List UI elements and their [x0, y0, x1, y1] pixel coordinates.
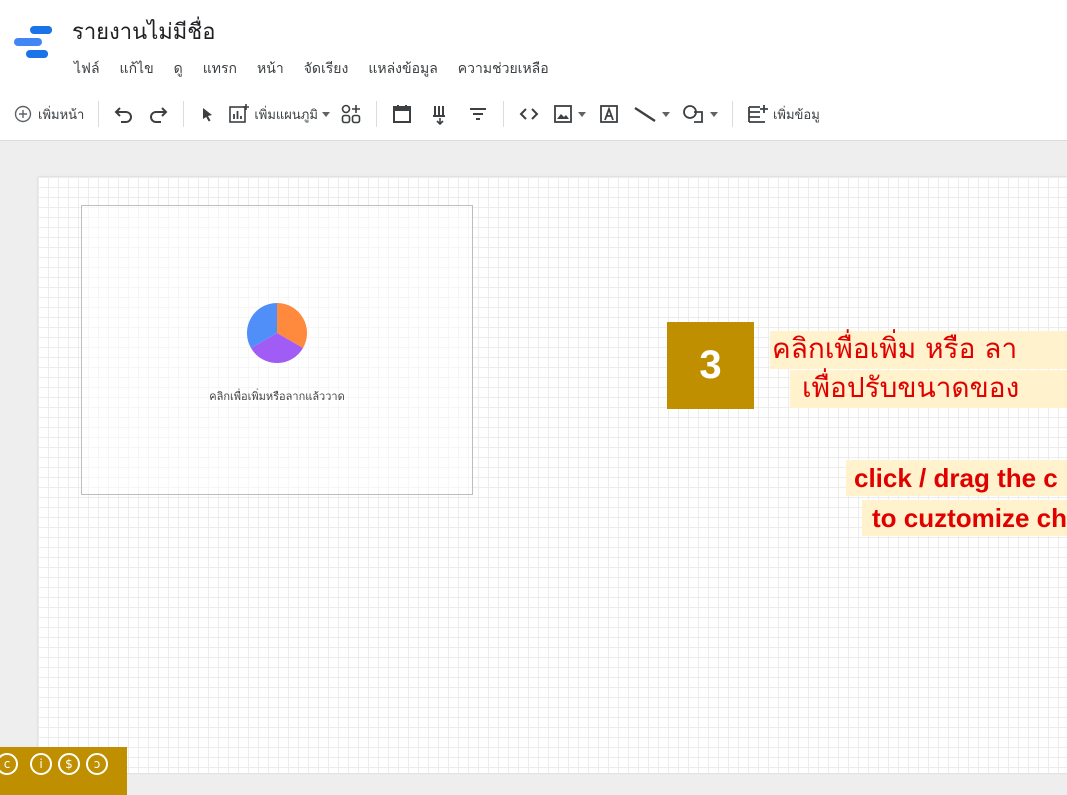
filter-icon: [467, 103, 489, 125]
menu-page[interactable]: หน้า: [257, 58, 284, 80]
date-range-button[interactable]: [391, 98, 413, 130]
add-circle-icon: [14, 105, 32, 123]
undo-button[interactable]: [113, 98, 135, 130]
add-data-icon: [747, 103, 769, 125]
add-control-icon: [340, 103, 362, 125]
license-badge: c i $ ɔ: [0, 747, 127, 795]
app-header: รายงานไม่มีชื่อ ไฟล์ แก้ไข ดู แทรก หน้า …: [0, 0, 1067, 88]
shape-icon: [682, 103, 706, 125]
menu-help[interactable]: ความช่วยเหลือ: [458, 58, 549, 80]
menu-bar: ไฟล์ แก้ไข ดู แทรก หน้า จัดเรียง แหล่งข้…: [74, 58, 569, 80]
add-chart-icon: [228, 103, 250, 125]
annotation-thai-line-2: เพื่อปรับขนาดของ: [790, 370, 1067, 408]
sort-button[interactable]: [429, 98, 451, 130]
annotation-english-line-1: click / drag the c: [846, 460, 1067, 496]
line-icon: [632, 103, 658, 125]
add-chart-label: เพิ่มแผนภูมิ: [254, 107, 318, 123]
embed-code-icon: [518, 103, 540, 125]
text-button[interactable]: [598, 98, 620, 130]
sort-icon: [429, 103, 451, 125]
redo-icon: [147, 103, 169, 125]
select-pointer-icon: [198, 105, 216, 123]
menu-arrange[interactable]: จัดเรียง: [304, 58, 349, 80]
chevron-down-icon: [709, 111, 718, 117]
by-icon: i: [30, 753, 52, 775]
redo-button[interactable]: [147, 98, 169, 130]
menu-view[interactable]: ดู: [174, 58, 183, 80]
pie-chart-icon: [246, 303, 308, 367]
toolbar-divider: [502, 101, 504, 127]
add-page-button[interactable]: เพิ่มหน้า: [14, 98, 84, 130]
menu-edit[interactable]: แก้ไข: [120, 58, 154, 80]
toolbar-divider: [98, 101, 100, 127]
image-icon: [552, 103, 574, 125]
menu-file[interactable]: ไฟล์: [74, 58, 100, 80]
placeholder-hint: คลิกเพื่อเพิ่มหรือลากแล้ววาด: [209, 390, 345, 403]
image-button[interactable]: [552, 98, 586, 130]
annotation-english-line-2: to cuztomize ch: [862, 500, 1067, 536]
add-data-button[interactable]: เพิ่มข้อมู: [747, 98, 820, 130]
add-control-button[interactable]: [340, 98, 362, 130]
annotation-thai-line-1: คลิกเพื่อเพิ่ม หรือ ลา: [770, 331, 1067, 369]
cc-icon: c: [0, 753, 18, 775]
shape-button[interactable]: [682, 98, 718, 130]
toolbar: เพิ่มหน้า เพิ่มแผนภูมิ เพิ่มข้อมู: [0, 88, 1067, 141]
add-data-label: เพิ่มข้อมู: [772, 107, 820, 123]
embed-button[interactable]: [518, 98, 540, 130]
chevron-down-icon: [577, 111, 586, 117]
toolbar-divider: [731, 101, 733, 127]
filter-button[interactable]: [467, 98, 489, 130]
sa-icon: ɔ: [86, 753, 108, 775]
document-title[interactable]: รายงานไม่มีชื่อ: [72, 14, 215, 49]
nc-icon: $: [58, 753, 80, 775]
undo-icon: [113, 103, 135, 125]
toolbar-divider: [375, 101, 377, 127]
chevron-down-icon: [661, 111, 670, 117]
chevron-down-icon: [321, 111, 330, 117]
chart-placeholder[interactable]: คลิกเพื่อเพิ่มหรือลากแล้ววาด: [81, 205, 473, 495]
add-page-label: เพิ่มหน้า: [38, 107, 85, 123]
line-button[interactable]: [632, 98, 670, 130]
select-tool-button[interactable]: [198, 98, 216, 130]
toolbar-divider: [183, 101, 185, 127]
menu-insert[interactable]: แทรก: [203, 58, 237, 80]
step-number-badge: 3: [667, 322, 754, 409]
data-studio-logo-icon[interactable]: [12, 24, 56, 60]
add-chart-button[interactable]: เพิ่มแผนภูมิ: [228, 98, 330, 130]
date-range-icon: [391, 103, 413, 125]
menu-resource[interactable]: แหล่งข้อมูล: [368, 58, 437, 80]
text-box-icon: [598, 103, 620, 125]
